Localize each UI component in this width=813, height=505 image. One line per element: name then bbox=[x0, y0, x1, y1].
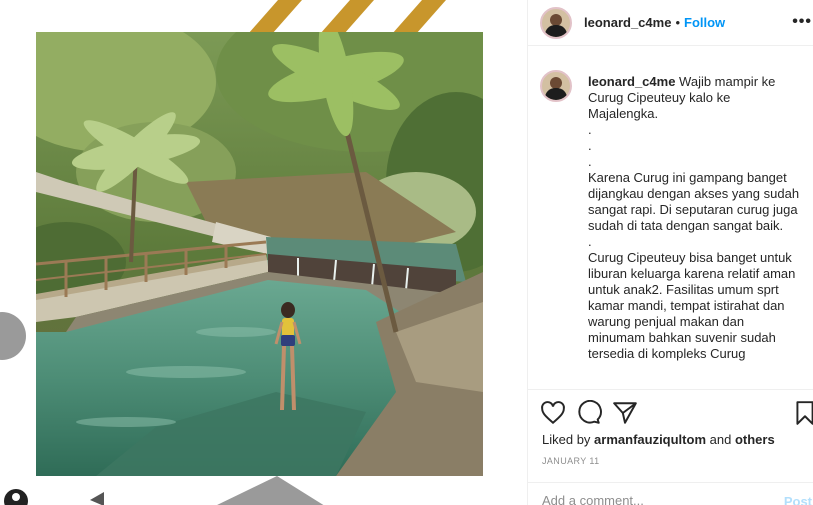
add-comment-bar: Post bbox=[528, 482, 813, 505]
post-details-pane: leonard_c4me • Follow ••• leonard_c4me W… bbox=[527, 0, 813, 505]
heart-icon[interactable] bbox=[540, 400, 566, 426]
caption-body: Wajib mampir ke Curug Cipeuteuy kalo ke … bbox=[588, 74, 800, 361]
likes-summary: Liked by armanfauziqultom and others bbox=[542, 432, 775, 447]
author-avatar[interactable] bbox=[540, 6, 572, 39]
decorative-stripes bbox=[248, 0, 446, 34]
post-comment-button[interactable]: Post bbox=[784, 494, 812, 505]
likes-middle: and bbox=[706, 432, 735, 447]
instagram-post-modal: leonard_c4me • Follow ••• leonard_c4me W… bbox=[0, 0, 813, 505]
follow-button[interactable]: Follow bbox=[684, 15, 725, 30]
caption-avatar[interactable] bbox=[540, 70, 572, 102]
comments-section[interactable]: leonard_c4me Wajib mampir ke Curug Cipeu… bbox=[528, 60, 813, 390]
decorative-arrow bbox=[90, 492, 104, 505]
media-pane bbox=[0, 0, 527, 505]
header-separator: • bbox=[675, 15, 680, 30]
caption-username[interactable]: leonard_c4me bbox=[588, 74, 675, 89]
paper-plane-icon[interactable] bbox=[612, 400, 638, 426]
post-photo bbox=[36, 32, 483, 476]
comment-input[interactable] bbox=[542, 493, 772, 505]
previous-arrow-circle[interactable] bbox=[0, 312, 26, 360]
bookmark-icon[interactable] bbox=[792, 400, 813, 426]
post-header: leonard_c4me • Follow ••• bbox=[528, 0, 813, 46]
tag-user-icon[interactable] bbox=[4, 489, 28, 505]
author-username[interactable]: leonard_c4me bbox=[584, 15, 671, 30]
post-actions bbox=[528, 398, 813, 428]
avatar-body bbox=[545, 24, 567, 37]
comment-icon[interactable] bbox=[576, 400, 602, 426]
caption-text: leonard_c4me Wajib mampir ke Curug Cipeu… bbox=[588, 74, 802, 362]
more-options-icon[interactable]: ••• bbox=[792, 13, 812, 31]
caption-comment: leonard_c4me Wajib mampir ke Curug Cipeu… bbox=[528, 60, 813, 362]
post-date[interactable]: JANUARY 11 bbox=[542, 456, 600, 466]
avatar-body bbox=[545, 88, 567, 100]
decorative-triangle bbox=[217, 476, 324, 505]
avatar-face bbox=[550, 13, 562, 26]
likes-prefix: Liked by bbox=[542, 432, 595, 447]
liked-by-user[interactable]: armanfauziqultom bbox=[594, 432, 706, 447]
likes-others-link[interactable]: others bbox=[735, 432, 775, 447]
